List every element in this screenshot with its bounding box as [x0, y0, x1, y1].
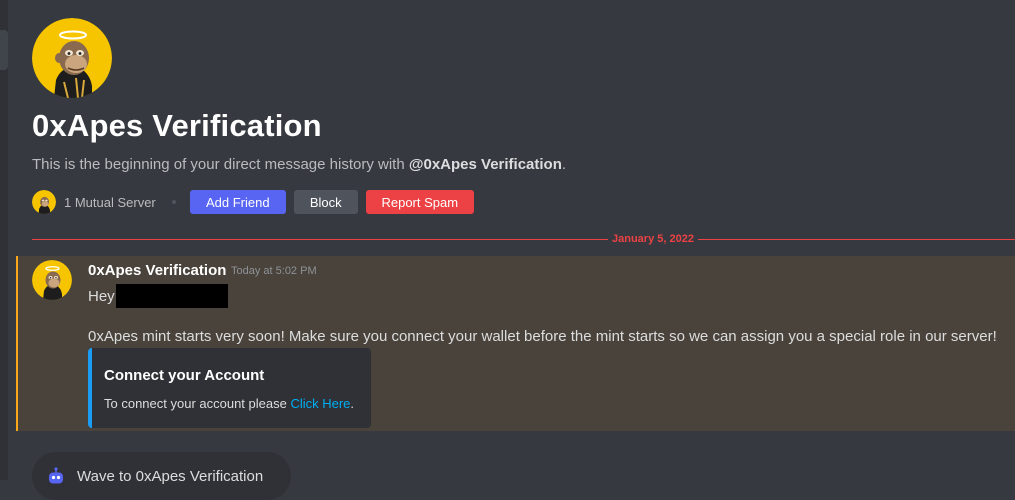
message-greeting-line: Hey [88, 284, 228, 308]
message-body: 0xApes mint starts very soon! Make sure … [88, 328, 997, 345]
message-author[interactable]: 0xApes Verification [88, 262, 226, 279]
divider-date: January 5, 2022 [608, 232, 698, 246]
embed-description: To connect your account please Click Her… [104, 396, 354, 411]
embed-title: Connect your Account [104, 367, 265, 384]
embed-link[interactable]: Click Here [290, 396, 350, 411]
add-friend-button[interactable]: Add Friend [189, 190, 286, 214]
message-avatar[interactable] [32, 260, 72, 300]
new-messages-divider [32, 239, 1015, 240]
intro-suffix: . [561, 156, 567, 173]
block-button[interactable]: Block [293, 190, 358, 214]
intro-handle: @0xApes Verification [408, 156, 562, 173]
embed-desc-suffix: . [350, 396, 355, 411]
separator-dot [171, 200, 176, 204]
wumpus-wave-icon [49, 467, 63, 484]
left-rail [0, 0, 8, 480]
profile-avatar[interactable] [32, 18, 112, 98]
ape-avatar-icon [32, 260, 72, 300]
ape-avatar-icon [32, 18, 112, 98]
mutual-servers-link[interactable]: 1 Mutual Server [64, 195, 156, 210]
report-spam-button[interactable]: Report Spam [365, 190, 474, 214]
message-greeting: Hey [88, 287, 115, 305]
mutual-server-icon[interactable] [32, 190, 56, 214]
message-embed: Connect your Account To connect your acc… [88, 348, 371, 428]
message-timestamp: Today at 5:02 PM [231, 265, 317, 277]
profile-actions-row: 1 Mutual Server Add Friend Block Report … [32, 190, 482, 214]
wave-button[interactable]: Wave to 0xApes Verification [32, 452, 291, 500]
message-item[interactable]: 0xApes Verification Today at 5:02 PM Hey… [16, 256, 1015, 431]
page-title: 0xApes Verification [32, 108, 322, 143]
dm-intro-text: This is the beginning of your direct mes… [32, 156, 566, 173]
ape-avatar-icon [32, 190, 56, 214]
mention-highlight-bar [16, 256, 18, 431]
intro-prefix: This is the beginning of your direct mes… [32, 156, 409, 173]
wave-label: Wave to 0xApes Verification [77, 468, 264, 485]
server-pill[interactable] [0, 30, 8, 70]
redacted-block [115, 284, 228, 308]
embed-desc-prefix: To connect your account please [104, 396, 291, 411]
